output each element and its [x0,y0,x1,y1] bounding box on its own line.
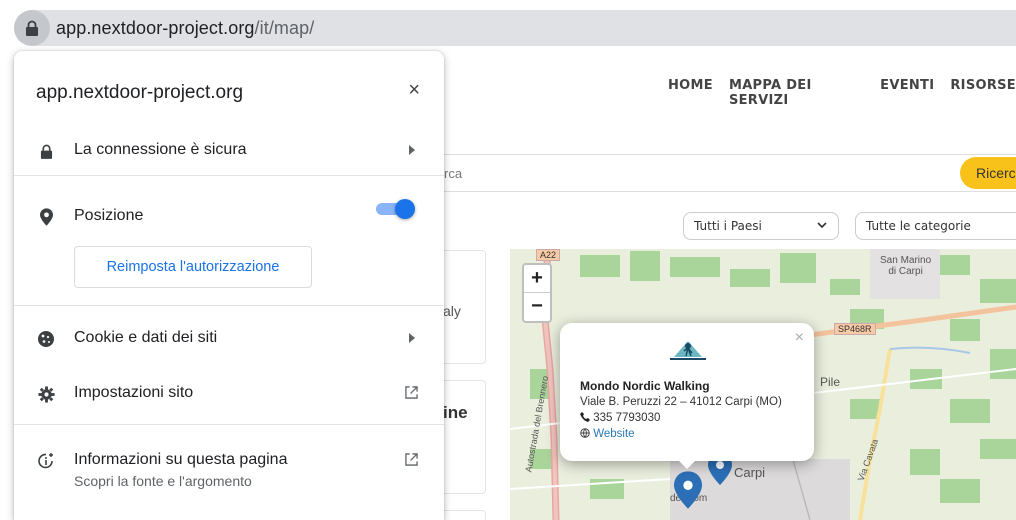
search-input[interactable]: rca [444,166,462,181]
map-marker-selected[interactable] [674,471,702,509]
country-select-value: Tutti i Paesi [694,219,762,233]
organization-logo-icon [670,341,706,360]
position-label: Posizione [74,207,144,224]
external-link-icon [405,453,418,466]
site-info-title: app.nextdoor-project.org [36,82,244,103]
zoom-out-button[interactable]: − [524,293,550,321]
phone-icon [580,412,590,422]
lock-icon [26,20,38,36]
search-button[interactable]: Ricerca [960,157,1016,189]
site-settings-row[interactable]: Impostazioni sito [14,372,444,416]
category-select-value: Tutte le categorie [866,219,971,233]
map[interactable]: A22 San Marino di Carpi SP468R Pile Carp… [510,249,1016,520]
page-info-label: Informazioni su questa pagina [74,451,288,468]
url-text[interactable]: app.nextdoor-project.org/it/map/ [56,18,314,39]
divider [14,424,444,425]
reset-permission-button[interactable]: Reimposta l'autorizzazione [74,246,312,288]
country-select[interactable]: Tutti i Paesi [683,212,839,240]
card-title: ine [443,403,468,422]
close-icon[interactable]: × [408,79,420,102]
location-pin-icon [39,208,53,226]
nav-home[interactable]: HOME [668,78,713,108]
globe-icon [580,428,590,439]
popup-phone: 335 7793030 [580,412,660,424]
browser-window: app.nextdoor-project.org/it/map/ HOME MA… [0,0,1016,520]
popup-website-link[interactable]: Website [580,428,635,440]
road-label-sp468r: SP468R [834,323,876,335]
page-info-row[interactable]: Informazioni su questa pagina Scopri la … [14,439,444,499]
url-host: app.nextdoor-project.org [56,17,255,38]
map-popup: × Mondo Nordic Walking Viale B. Peruzzi … [560,323,814,469]
chevron-down-icon [817,222,827,229]
toggle-knob [395,199,415,219]
nav-resources[interactable]: RISORSE [950,78,1016,108]
connection-row[interactable]: La connessione è sicura [14,129,444,173]
main-nav: HOME MAPPA DEI SERVIZI EVENTI RISORSE [668,78,1016,108]
page-info-icon [38,453,53,469]
zoom-in-button[interactable]: + [524,265,550,293]
popup-phone-number: 335 7793030 [593,412,661,424]
lock-icon [40,144,52,159]
place-label-pile: Pile [820,375,841,389]
road-label-a22: A22 [536,249,561,261]
site-settings-label: Impostazioni sito [74,384,194,401]
search-bar: rca Ricerca [420,154,1016,192]
nav-events[interactable]: EVENTI [880,78,934,108]
url-path: /it/map/ [254,17,315,38]
category-select[interactable]: Tutte le categorie [855,212,1016,240]
site-info-button[interactable] [14,10,50,46]
arrow-right-icon [409,145,415,155]
nav-map[interactable]: MAPPA DEI SERVIZI [729,78,864,108]
browser-toolbar: app.nextdoor-project.org/it/map/ [0,0,1016,56]
site-info-bubble: app.nextdoor-project.org × La connession… [14,51,444,520]
card-text: aly [443,303,461,319]
cookie-icon [38,331,54,347]
external-link-icon [405,386,418,399]
divider [14,305,444,306]
position-toggle[interactable] [376,199,416,219]
gear-icon [37,385,55,403]
popup-tip [677,459,697,469]
place-label-san-marino: San Marino di Carpi [880,255,932,277]
popup-address: Viale B. Peruzzi 22 – 41012 Carpi (MO) [580,396,782,408]
zoom-control: + − [522,263,552,323]
arrow-right-icon [409,333,415,343]
popup-title: Mondo Nordic Walking [580,379,710,393]
cookies-row[interactable]: Cookie e dati dei siti [14,317,444,361]
connection-label: La connessione è sicura [74,141,247,158]
page-info-subtitle: Scopri la fonte e l'argomento [74,473,252,489]
divider [14,175,444,176]
cookies-label: Cookie e dati dei siti [74,329,218,346]
popup-close-button[interactable]: × [795,329,804,347]
place-label-carpi: Carpi [734,465,766,480]
popup-website-label: Website [593,428,635,440]
omnibox[interactable]: app.nextdoor-project.org/it/map/ [14,10,1016,46]
